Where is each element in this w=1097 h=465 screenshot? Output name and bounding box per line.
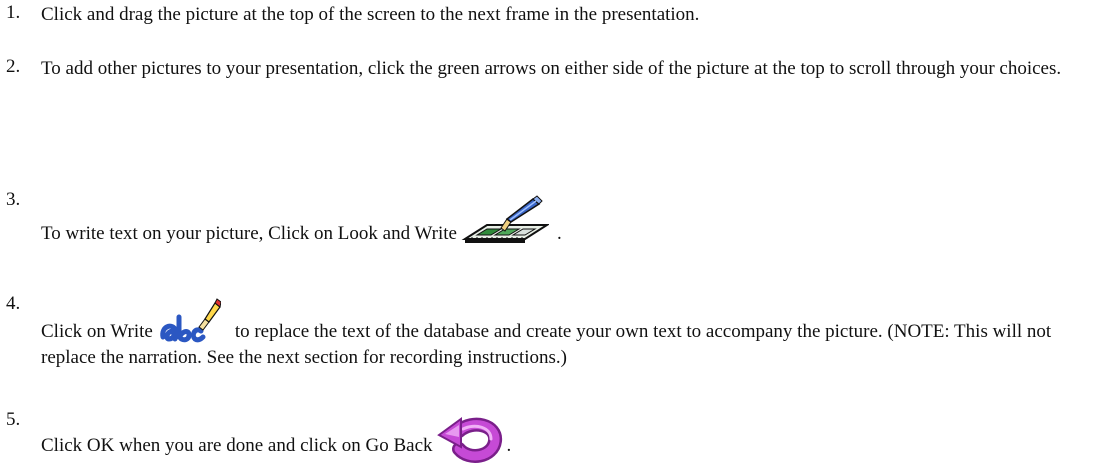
instruction-item-4: 4. Click on Write to replace the text of… — [0, 249, 1090, 368]
instruction-number: 2. — [6, 56, 21, 77]
go-back-arrow-icon[interactable] — [436, 415, 503, 465]
look-and-write-icon[interactable] — [461, 195, 549, 253]
write-abc-pencil-icon[interactable] — [159, 297, 221, 349]
instruction-item-3: 3. To write text on your picture, Click … — [0, 145, 1090, 244]
instruction-text: Click on Write — [41, 321, 153, 342]
instruction-text: To add other pictures to your presentati… — [41, 58, 1062, 79]
instruction-text-line: Click OK when you are done and click on … — [41, 409, 1076, 463]
instruction-item-5: 5. Click OK when you are done and click … — [0, 365, 1090, 463]
instruction-text: Click OK when you are done and click on … — [41, 435, 433, 456]
instruction-item-1: 1. Click and drag the picture at the top… — [0, 2, 1090, 30]
instruction-number: 5. — [6, 409, 21, 430]
instruction-text: . — [557, 223, 562, 244]
instruction-number: 1. — [6, 2, 21, 23]
instruction-number: 4. — [6, 293, 21, 314]
instruction-text-line: Click on Write to replace the text of th… — [41, 293, 1076, 371]
instruction-text: Click and drag the picture at the top of… — [41, 4, 700, 25]
instruction-number: 3. — [6, 189, 21, 210]
instruction-item-2: 2. To add other pictures to your present… — [0, 56, 1090, 112]
instruction-text: To write text on your picture, Click on … — [41, 223, 457, 244]
instruction-text-line: To write text on your picture, Click on … — [41, 189, 1076, 247]
instruction-text: . — [506, 435, 512, 456]
